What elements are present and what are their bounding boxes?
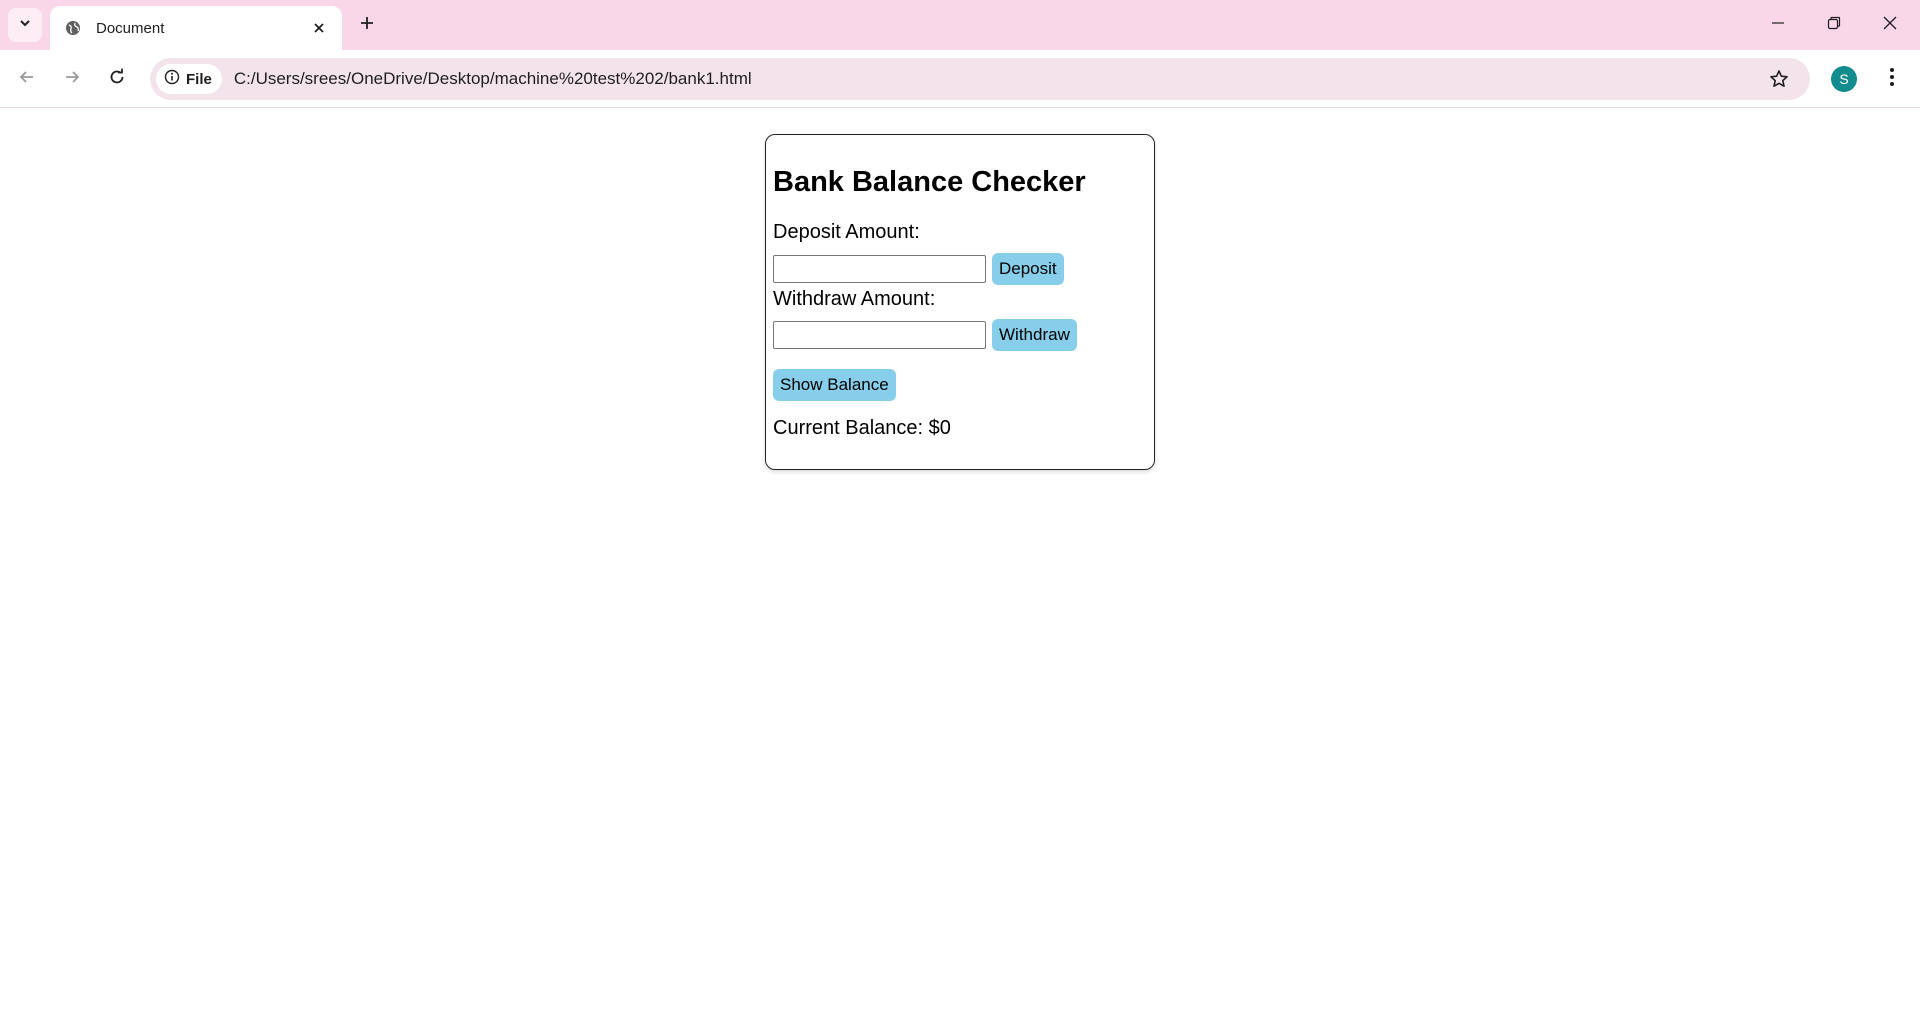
- restore-button[interactable]: [1806, 0, 1862, 50]
- tab-title: Document: [96, 19, 165, 37]
- browser-menu-button[interactable]: [1877, 62, 1907, 96]
- deposit-row: Deposit: [773, 253, 1147, 285]
- browser-toolbar: File C:/Users/srees/OneDrive/Desktop/mac…: [0, 50, 1920, 108]
- minimize-icon: [1771, 16, 1785, 35]
- bookmark-star-icon[interactable]: [1762, 62, 1796, 96]
- close-tab-icon[interactable]: [308, 17, 330, 39]
- close-icon: [1883, 16, 1897, 35]
- minimize-button[interactable]: [1750, 0, 1806, 50]
- plus-icon: [359, 15, 375, 36]
- deposit-amount-input[interactable]: [773, 255, 986, 283]
- globe-icon: [64, 19, 82, 37]
- bank-card: Bank Balance Checker Deposit Amount: Dep…: [765, 134, 1155, 470]
- back-button[interactable]: [10, 62, 44, 96]
- address-bar[interactable]: File C:/Users/srees/OneDrive/Desktop/mac…: [150, 58, 1810, 100]
- chip-label: File: [186, 70, 212, 88]
- restore-icon: [1827, 16, 1841, 35]
- reload-button[interactable]: [100, 62, 134, 96]
- kebab-menu-icon: [1889, 67, 1895, 92]
- show-balance-row: Show Balance: [773, 369, 1147, 401]
- arrow-right-icon: [63, 68, 81, 91]
- profile-avatar[interactable]: S: [1831, 66, 1857, 92]
- tab-strip: Document: [0, 0, 1920, 50]
- close-window-button[interactable]: [1862, 0, 1918, 50]
- withdraw-button[interactable]: Withdraw: [992, 319, 1077, 351]
- withdraw-label: Withdraw Amount:: [773, 288, 936, 310]
- deposit-label: Deposit Amount:: [773, 221, 920, 243]
- withdraw-amount-input[interactable]: [773, 321, 986, 349]
- url-text[interactable]: C:/Users/srees/OneDrive/Desktop/machine%…: [234, 69, 1762, 89]
- site-info-chip[interactable]: File: [156, 64, 222, 94]
- deposit-button[interactable]: Deposit: [992, 253, 1064, 285]
- show-balance-button[interactable]: Show Balance: [773, 369, 896, 401]
- info-icon: [164, 69, 180, 90]
- page-title: Bank Balance Checker: [773, 166, 1086, 198]
- withdraw-row: Withdraw: [773, 319, 1147, 351]
- current-balance: Current Balance: $0: [773, 417, 951, 439]
- tab-search-button[interactable]: [8, 8, 42, 42]
- new-tab-button[interactable]: [352, 10, 382, 40]
- forward-button[interactable]: [55, 62, 89, 96]
- browser-tab[interactable]: Document: [50, 6, 342, 50]
- arrow-left-icon: [18, 68, 36, 91]
- chevron-down-icon: [18, 16, 32, 35]
- reload-icon: [108, 68, 126, 91]
